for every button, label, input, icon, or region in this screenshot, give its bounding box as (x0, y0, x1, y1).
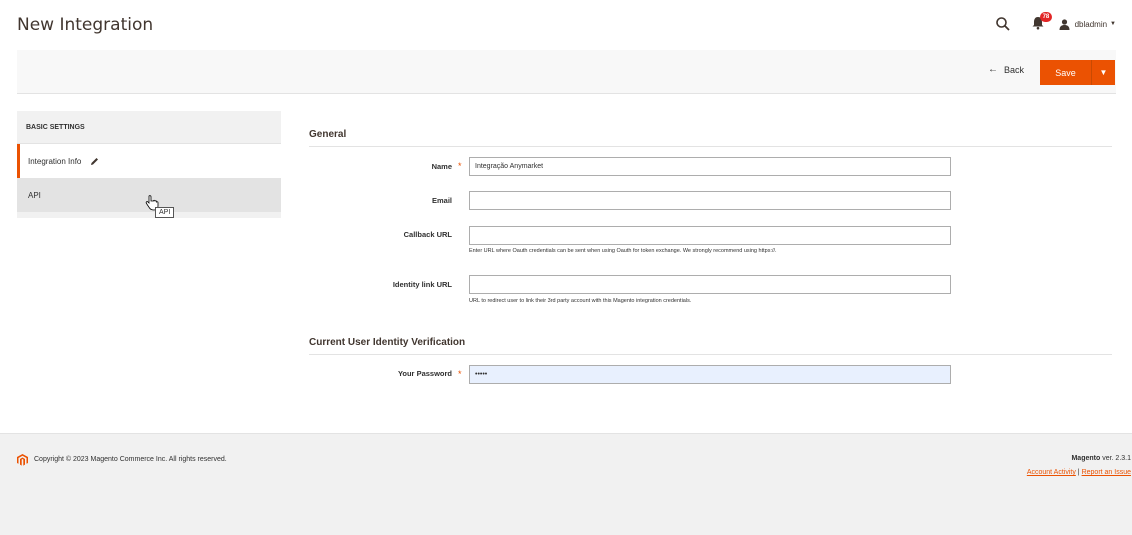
magento-logo-icon (17, 454, 28, 466)
required-star-icon: * (458, 161, 462, 171)
callback-url-label: Callback URL (403, 230, 452, 239)
name-label: Name (431, 162, 452, 171)
email-input[interactable] (469, 191, 951, 210)
pencil-icon (91, 157, 99, 165)
name-input[interactable]: Integração Anymarket (469, 157, 951, 176)
version-text: ver. 2.3.1 (1102, 455, 1131, 462)
save-button-group: Save ▼ (1040, 60, 1115, 85)
copyright-text: Copyright © 2023 Magento Commerce Inc. A… (34, 456, 227, 463)
report-issue-link[interactable]: Report an Issue (1082, 469, 1131, 476)
page-title: New Integration (17, 15, 154, 35)
password-label: Your Password (397, 369, 452, 378)
arrow-left-icon: ← (987, 64, 998, 75)
brand-name: Magento (1071, 455, 1101, 462)
notifications-button[interactable]: 78 (1031, 12, 1053, 32)
section-divider (309, 146, 1112, 147)
required-star-icon: * (458, 369, 462, 379)
save-options-toggle[interactable]: ▼ (1091, 60, 1115, 85)
section-title-verification: Current User Identity Verification (309, 337, 466, 348)
section-divider (309, 354, 1112, 355)
page-actions-toolbar: ← Back Save ▼ (17, 50, 1116, 94)
save-button[interactable]: Save (1040, 60, 1091, 85)
footer: Copyright © 2023 Magento Commerce Inc. A… (0, 433, 1132, 535)
sidebar-item-label: API (28, 190, 41, 200)
back-label: Back (1003, 64, 1024, 75)
callback-url-note: Enter URL where Oauth credentials can be… (469, 248, 777, 254)
chevron-down-icon: ▼ (1110, 21, 1116, 27)
notification-badge: 78 (1039, 12, 1053, 22)
email-label: Email (431, 196, 452, 205)
footer-links: Account Activity | Report an Issue (1027, 469, 1131, 476)
identity-link-url-note: URL to redirect user to link their 3rd p… (469, 298, 692, 304)
sidebar-item-integration-info[interactable]: Integration Info (17, 144, 281, 178)
back-button[interactable]: ← Back (988, 64, 1024, 75)
sidebar-footer (17, 212, 281, 218)
username: dbladmin (1074, 19, 1108, 29)
sidebar-title: BASIC SETTINGS (17, 111, 281, 144)
search-icon[interactable] (995, 16, 1011, 32)
password-input[interactable]: ••••• (469, 365, 951, 384)
section-title-general: General (309, 129, 347, 140)
link-separator: | (1077, 469, 1080, 476)
version-info: Magento ver. 2.3.1 (1071, 455, 1131, 462)
tooltip: API (155, 207, 175, 218)
account-activity-link[interactable]: Account Activity (1027, 469, 1076, 476)
identity-link-url-input[interactable] (469, 275, 951, 294)
callback-url-input[interactable] (469, 226, 951, 245)
user-icon (1059, 18, 1070, 30)
header-actions: 78 dbladmin ▼ (995, 12, 1116, 34)
chevron-down-icon: ▼ (1099, 68, 1108, 77)
identity-link-url-label: Identity link URL (392, 280, 452, 289)
user-menu[interactable]: dbladmin ▼ (1059, 18, 1116, 30)
sidebar-item-label: Integration Info (28, 156, 82, 166)
